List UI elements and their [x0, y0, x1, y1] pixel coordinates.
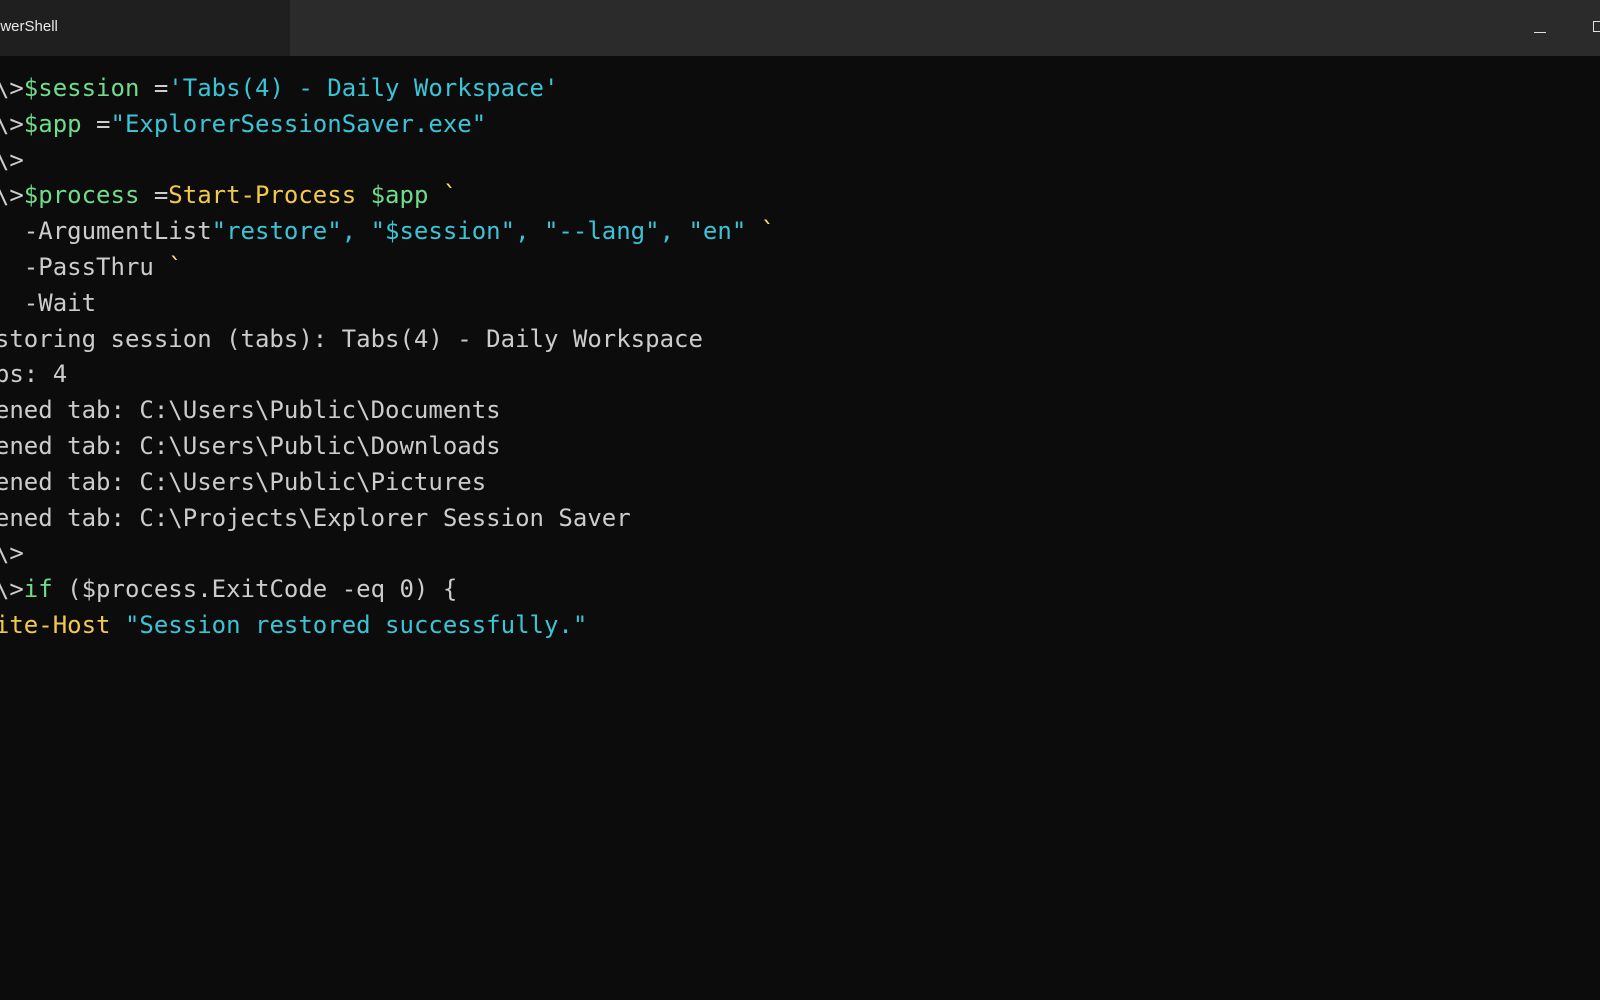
console-output-line: Opened tab: C:\Projects\Explorer Session…: [0, 501, 1600, 537]
console-command-line: C:\>$app ="ExplorerSessionSaver.exe": [0, 107, 1600, 143]
code-token: =: [139, 74, 169, 102]
title-bar: PowerShell: [0, 0, 1600, 56]
code-token: -ArgumentList: [23, 217, 212, 246]
console-command-line: C:\>$process =Start-Process $app `: [0, 178, 1600, 214]
code-token: =: [139, 181, 169, 210]
code-token: Tabs: 4: [0, 360, 68, 389]
prompt: C:\>: [0, 181, 24, 210]
code-token: $session: [23, 74, 140, 102]
console-command-line: C:\>: [0, 143, 1600, 179]
code-token: =: [81, 109, 111, 138]
code-token: "ExplorerSessionSaver.exe": [110, 109, 487, 138]
console-command-line: C:\>$session ='Tabs(4) - Daily Workspace…: [0, 71, 1600, 107]
code-token: Write-Host: [0, 610, 111, 639]
code-token: `: [153, 252, 183, 281]
code-token: Opened tab: C:\Users\Public\Documents: [0, 396, 501, 425]
console-command-line: -Wait: [0, 286, 1600, 322]
prompt: C:\>: [0, 74, 24, 102]
code-token: "Session restored successfully.": [124, 610, 588, 639]
code-token: $app: [370, 181, 429, 210]
console-output-line: Restoring session (tabs): Tabs(4) - Dail…: [0, 322, 1600, 358]
prompt: C:\>: [0, 539, 24, 568]
minimize-button[interactable]: [1516, 0, 1562, 56]
console-output-line: Tabs: 4: [0, 357, 1600, 393]
console-output[interactable]: C:\>$session ='Tabs(4) - Daily Workspace…: [0, 71, 1600, 1000]
code-token: Opened tab: C:\Users\Public\Pictures: [0, 467, 487, 496]
code-token: if: [23, 575, 53, 604]
code-token: ($process.ExitCode -eq 0) {: [52, 575, 458, 604]
console-command-line: C:\>if ($process.ExitCode -eq 0) {: [0, 572, 1600, 608]
code-token: $process: [23, 181, 140, 210]
tab-powershell[interactable]: PowerShell: [0, 0, 290, 56]
console-output-line: Opened tab: C:\Users\Public\Documents: [0, 393, 1600, 429]
console-output-line: Opened tab: C:\Users\Public\Pictures: [0, 465, 1600, 501]
console-command-line: Write-Host "Session restored successfull…: [0, 608, 1600, 644]
minimize-icon: [1534, 32, 1546, 33]
maximize-button[interactable]: [1576, 0, 1600, 56]
prompt: C:\>: [0, 575, 24, 604]
tab-title: PowerShell: [0, 18, 58, 35]
console-command-line: -PassThru `: [0, 250, 1600, 286]
code-token: `: [428, 181, 458, 210]
prompt: C:\>: [0, 109, 24, 138]
terminal-window: PowerShell C:\>$session ='Tabs(4) - Dail…: [0, 0, 1600, 1000]
console-output-line: Opened tab: C:\Users\Public\Downloads: [0, 429, 1600, 465]
code-token: $app: [23, 109, 82, 138]
code-token: Opened tab: C:\Users\Public\Downloads: [0, 431, 501, 460]
prompt: C:\>: [0, 145, 24, 174]
code-token: Restoring session (tabs): Tabs(4) - Dail…: [0, 324, 703, 353]
console-command-line: C:\>: [0, 536, 1600, 572]
code-token: Opened tab: C:\Projects\Explorer Session…: [0, 503, 631, 532]
code-token: "restore", "$session", "--lang", "en": [211, 217, 747, 246]
code-token: Start-Process: [168, 181, 357, 210]
code-token: 'Tabs(4) - Daily Workspace': [168, 74, 559, 102]
code-token: `: [746, 217, 776, 246]
console-command-line: -ArgumentList"restore", "$session", "--l…: [0, 214, 1600, 250]
code-token: -Wait: [23, 288, 97, 317]
code-token: -PassThru: [23, 252, 154, 281]
maximize-icon: [1593, 21, 1600, 32]
